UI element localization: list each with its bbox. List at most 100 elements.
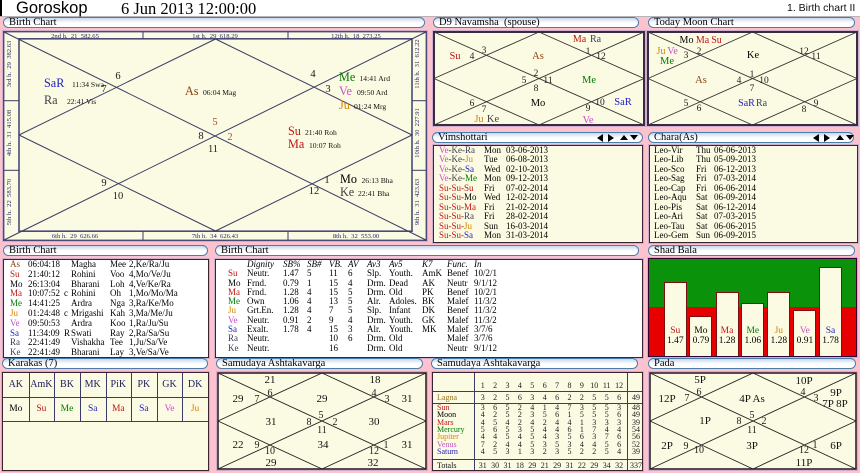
svg-text:12: 12: [596, 52, 606, 62]
svg-text:32: 32: [368, 457, 379, 469]
svg-text:12th h. 18 273.25: 12th h. 18 273.25: [331, 33, 381, 40]
svg-text:11: 11: [747, 425, 757, 436]
svg-text:1: 1: [586, 47, 591, 57]
svg-text:Ke: Ke: [340, 185, 354, 199]
svg-text:6P: 6P: [830, 440, 842, 452]
svg-text:31: 31: [402, 439, 413, 451]
svg-text:Ju: Ju: [339, 98, 350, 112]
svg-text:SaR: SaR: [44, 76, 65, 90]
svg-text:3: 3: [325, 84, 330, 95]
svg-text:9: 9: [101, 178, 106, 189]
svg-text:1P: 1P: [699, 415, 711, 427]
svg-text:Su: Su: [288, 124, 301, 138]
svg-text:5th h. 22 583.70: 5th h. 22 583.70: [6, 178, 13, 225]
svg-text:9: 9: [684, 441, 689, 452]
svg-text:Ju: Ju: [474, 114, 484, 125]
svg-text:22:41 Vis: 22:41 Vis: [67, 97, 96, 106]
svg-text:31: 31: [402, 393, 413, 405]
svg-text:10: 10: [113, 191, 124, 202]
svg-text:Mo: Mo: [531, 98, 546, 109]
svg-text:10: 10: [595, 98, 605, 108]
svg-text:6: 6: [115, 71, 120, 82]
svg-text:09:50 Ard: 09:50 Ard: [357, 88, 388, 97]
svg-text:4th h. 31 415.08: 4th h. 31 415.08: [6, 109, 13, 156]
svg-text:6: 6: [470, 99, 475, 109]
svg-text:8th h. 32 553.00: 8th h. 32 553.00: [333, 233, 380, 240]
svg-text:34: 34: [318, 439, 330, 451]
svg-text:10: 10: [759, 76, 769, 86]
svg-text:2: 2: [697, 47, 702, 57]
svg-text:6th h. 29 626.66: 6th h. 29 626.66: [52, 233, 99, 240]
svg-text:3: 3: [385, 394, 390, 405]
svg-text:1st h. 29 618.29: 1st h. 29 618.29: [192, 33, 238, 40]
svg-text:1: 1: [813, 440, 818, 451]
svg-text:Ve: Ve: [582, 115, 593, 126]
svg-text:Ra: Ra: [756, 98, 768, 109]
svg-text:12: 12: [799, 445, 809, 456]
svg-text:Mo: Mo: [680, 35, 694, 46]
svg-text:7: 7: [255, 394, 260, 405]
svg-text:Su: Su: [449, 51, 461, 62]
svg-text:4: 4: [372, 388, 377, 399]
svg-text:SaR: SaR: [614, 97, 632, 108]
svg-text:6: 6: [268, 388, 273, 399]
svg-text:11th h. 31 612.22: 11th h. 31 612.22: [414, 39, 421, 88]
svg-text:Ra: Ra: [590, 34, 602, 45]
svg-text:7P 8P: 7P 8P: [822, 398, 848, 410]
svg-text:1: 1: [750, 70, 755, 80]
svg-text:2P: 2P: [661, 440, 673, 452]
svg-text:8: 8: [307, 417, 312, 428]
svg-text:2: 2: [534, 69, 539, 79]
svg-text:14:41 Ard: 14:41 Ard: [360, 74, 391, 83]
svg-text:31: 31: [266, 416, 277, 428]
svg-text:29: 29: [317, 393, 329, 405]
svg-text:8: 8: [534, 84, 539, 94]
svg-text:3P: 3P: [746, 440, 758, 452]
svg-text:11: 11: [208, 144, 218, 155]
svg-text:Ke: Ke: [747, 50, 760, 61]
svg-text:30: 30: [369, 416, 381, 428]
svg-text:10P: 10P: [795, 375, 812, 387]
svg-text:10:07 Roh: 10:07 Roh: [309, 141, 341, 150]
svg-text:4: 4: [737, 76, 742, 86]
svg-text:Ma: Ma: [288, 137, 305, 151]
svg-text:29: 29: [266, 457, 278, 469]
svg-text:7: 7: [685, 393, 690, 404]
svg-text:5: 5: [750, 410, 755, 421]
svg-text:9: 9: [255, 440, 260, 451]
svg-text:3: 3: [814, 393, 819, 404]
svg-text:As: As: [532, 51, 544, 62]
svg-text:9th h. 31 423.63: 9th h. 31 423.63: [414, 178, 421, 225]
svg-text:2: 2: [333, 417, 338, 428]
svg-text:7th h. 34 626.43: 7th h. 34 626.43: [192, 233, 239, 240]
svg-text:11: 11: [543, 76, 552, 86]
svg-text:2: 2: [762, 416, 767, 427]
svg-text:12: 12: [309, 186, 320, 197]
svg-text:Ve: Ve: [339, 84, 352, 98]
svg-text:Ke: Ke: [487, 114, 500, 125]
svg-text:01:24 Mrg: 01:24 Mrg: [354, 102, 386, 111]
svg-text:1: 1: [384, 440, 389, 451]
svg-text:29: 29: [233, 393, 245, 405]
svg-text:5: 5: [522, 76, 527, 86]
svg-text:Mo: Mo: [340, 172, 357, 186]
svg-text:4: 4: [801, 387, 806, 398]
svg-text:4: 4: [470, 52, 475, 62]
svg-text:5: 5: [319, 410, 324, 421]
svg-text:1: 1: [324, 175, 329, 186]
svg-text:10: 10: [694, 445, 704, 456]
svg-text:3rd h. 29 382.63: 3rd h. 29 382.63: [6, 40, 13, 87]
svg-text:11:34 Swa: 11:34 Swa: [72, 80, 105, 89]
svg-text:3: 3: [482, 46, 487, 56]
svg-text:3: 3: [684, 51, 689, 61]
svg-text:Su: Su: [711, 35, 722, 46]
svg-text:5: 5: [684, 99, 689, 109]
svg-text:4: 4: [310, 69, 316, 80]
svg-text:5P: 5P: [694, 374, 706, 386]
svg-text:9: 9: [586, 104, 591, 114]
svg-text:10th h. 30 227.91: 10th h. 30 227.91: [414, 108, 421, 158]
svg-text:Me: Me: [660, 56, 674, 67]
svg-text:21: 21: [265, 374, 276, 386]
svg-text:18: 18: [370, 374, 382, 386]
svg-text:5: 5: [212, 117, 217, 128]
